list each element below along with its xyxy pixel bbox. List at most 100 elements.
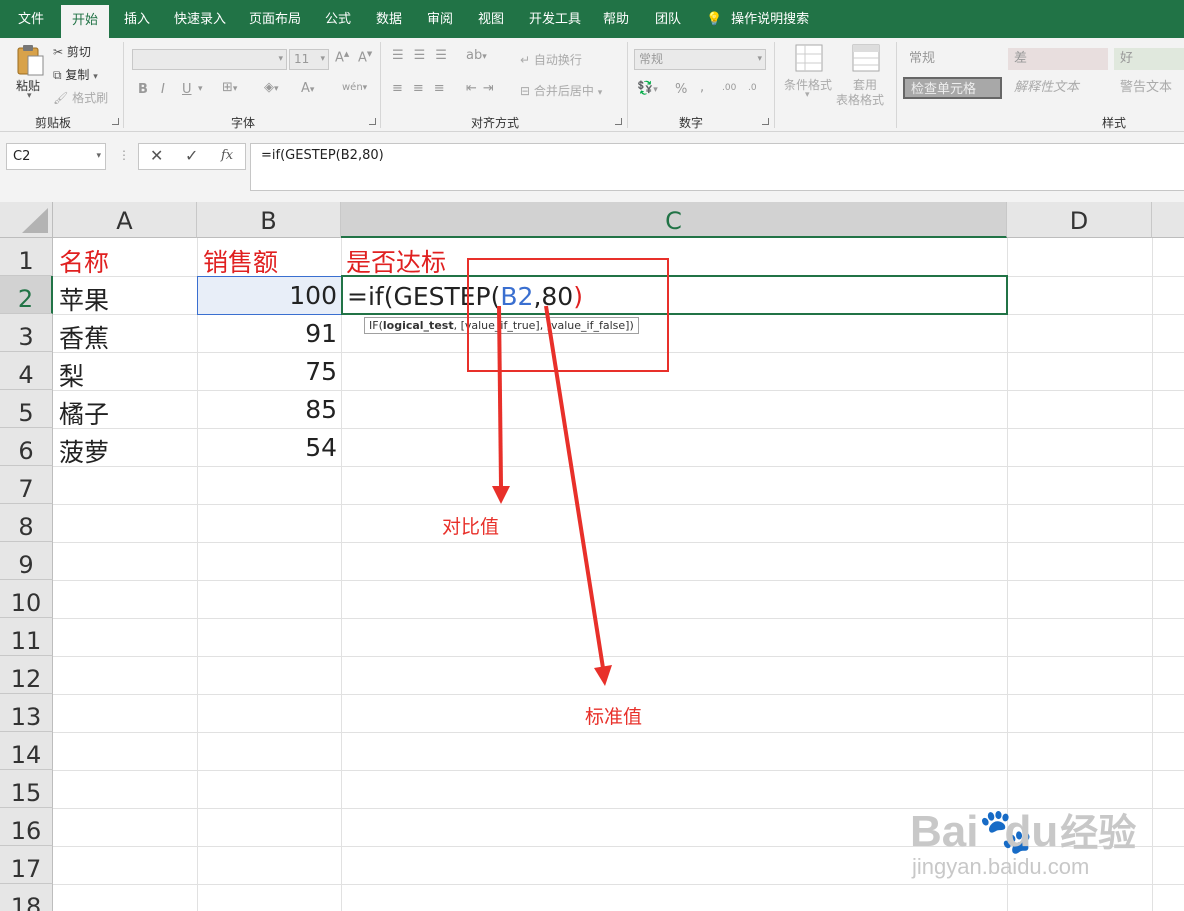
tab-home[interactable]: 开始 — [61, 5, 110, 38]
tab-developer[interactable]: 开发工具 — [529, 0, 581, 38]
tell-me-search[interactable]: 💡 操作说明搜索 — [706, 0, 809, 38]
arrow-compare-line — [497, 305, 503, 487]
arrow-compare-head — [492, 486, 510, 504]
merge-center-button[interactable]: ⊟ 合并后居中 ▾ — [520, 82, 602, 99]
ribbon: 粘贴 ▾ ✂ 剪切 ⧉ 复制 ▾ 🖌 格式刷 剪贴板 11 A▲ A▼ B I … — [0, 38, 1184, 132]
arrow-standard-line — [544, 305, 605, 669]
tab-insert[interactable]: 插入 — [124, 0, 150, 38]
paste-icon[interactable] — [14, 44, 46, 76]
watermark-brand2: du — [1004, 807, 1059, 856]
drag-handle-icon[interactable]: ⋮ — [118, 148, 130, 162]
tab-review[interactable]: 审阅 — [427, 0, 453, 38]
table-format-icon[interactable] — [852, 44, 880, 72]
styles-group-label: 样式 — [1102, 116, 1127, 130]
tab-team[interactable]: 团队 — [655, 0, 681, 38]
formula-actions: ✕ ✓ fx — [138, 143, 246, 170]
style-warning[interactable]: 警告文本 — [1114, 77, 1184, 99]
clipboard-launcher-icon[interactable] — [112, 118, 119, 125]
enter-icon[interactable]: ✓ — [185, 146, 198, 165]
style-bad[interactable]: 差 — [1008, 48, 1108, 70]
increase-decimal-button[interactable]: .00 — [722, 83, 736, 93]
format-painter-label: 格式刷 — [72, 91, 109, 105]
chevron-down-icon[interactable]: ▾ — [805, 90, 810, 100]
formula-input[interactable]: =if(GESTEP(B2,80) — [250, 143, 1184, 191]
wrap-icon: ↵ — [520, 53, 531, 67]
watermark-product: 经验 — [1060, 813, 1137, 855]
font-color-label: A — [301, 81, 310, 96]
cut-button[interactable]: ✂ 剪切 — [53, 43, 91, 60]
font-name-select[interactable] — [132, 49, 287, 70]
number-launcher-icon[interactable] — [762, 118, 769, 125]
italic-button[interactable]: I — [161, 82, 165, 97]
tab-quick-entry[interactable]: 快速录入 — [174, 0, 226, 38]
table-format-label-2[interactable]: 表格格式 — [836, 91, 884, 108]
separator — [123, 42, 124, 128]
borders-icon[interactable]: ⊞▾ — [222, 80, 237, 95]
font-launcher-icon[interactable] — [369, 118, 376, 125]
separator — [380, 42, 381, 128]
decrease-decimal-button[interactable]: .0 — [748, 83, 757, 93]
vertical-align-icons[interactable]: ☰☰☰ — [392, 48, 457, 63]
wrap-text-button[interactable]: ↵ 自动换行 — [520, 51, 582, 68]
clipboard-group-label: 剪贴板 — [35, 116, 72, 130]
name-box-value: C2 — [13, 149, 31, 164]
style-check-cell[interactable]: 检查单元格 — [903, 77, 1002, 99]
font-size-select[interactable]: 11 — [289, 49, 329, 70]
grow-font-icon[interactable]: A▲ — [335, 50, 349, 65]
separator — [627, 42, 628, 128]
tab-view[interactable]: 视图 — [478, 0, 504, 38]
tab-formulas[interactable]: 公式 — [325, 0, 351, 38]
worksheet-grid: A B C D 1 2 3 4 5 6 7 8 9 10 11 12 13 14… — [0, 202, 1184, 911]
orientation-icon[interactable]: ab▾ — [466, 48, 487, 63]
format-painter-button[interactable]: 🖌 格式刷 — [53, 89, 108, 106]
horizontal-align-icons[interactable]: ≡≡≡ — [392, 81, 455, 96]
lightbulb-icon: 💡 — [706, 12, 723, 27]
tell-me-label: 操作说明搜索 — [731, 12, 810, 27]
tab-page-layout[interactable]: 页面布局 — [249, 0, 301, 38]
style-normal[interactable]: 常规 — [903, 48, 1002, 70]
chevron-down-icon[interactable]: ▾ — [96, 144, 101, 169]
font-color-button[interactable]: A▾ — [301, 81, 314, 96]
tab-file[interactable]: 文件 — [18, 0, 44, 38]
separator — [896, 42, 897, 128]
indent-icons[interactable]: ⇤⇥ — [466, 81, 500, 96]
phonetic-label: wén — [342, 82, 363, 93]
comma-button[interactable]: , — [700, 80, 704, 95]
currency-icon[interactable]: 💱▾ — [637, 81, 658, 96]
style-explanatory[interactable]: 解释性文本 — [1008, 77, 1108, 99]
cancel-icon[interactable]: ✕ — [150, 146, 163, 165]
copy-button[interactable]: ⧉ 复制 ▾ — [53, 66, 98, 83]
tab-data[interactable]: 数据 — [376, 0, 402, 38]
shrink-font-icon[interactable]: A▼ — [358, 50, 372, 65]
phonetic-button[interactable]: wén▾ — [342, 82, 367, 93]
percent-button[interactable]: % — [675, 82, 687, 97]
separator — [774, 42, 775, 128]
annotation-label-standard: 标准值 — [585, 706, 643, 728]
fill-color-icon[interactable]: ◈▾ — [264, 80, 279, 95]
chevron-down-icon[interactable]: ▾ — [27, 91, 32, 101]
name-box[interactable]: C2 ▾ — [6, 143, 106, 170]
brush-icon: 🖌 — [53, 91, 69, 105]
arrow-standard-head — [594, 665, 612, 686]
watermark-logo: Bai🐾du经验 — [910, 802, 1136, 857]
merge-icon: ⊟ — [520, 84, 531, 98]
annotation-label-compare: 对比值 — [442, 516, 500, 538]
bold-button[interactable]: B — [138, 82, 148, 97]
merge-center-label: 合并后居中 — [533, 84, 594, 98]
copy-label: 复制 — [65, 68, 90, 82]
watermark-brand: Bai — [910, 807, 979, 856]
insert-function-icon[interactable]: fx — [221, 148, 233, 163]
paw-icon: 🐾 — [978, 807, 1034, 856]
tab-help[interactable]: 帮助 — [603, 0, 629, 38]
scissors-icon: ✂ — [53, 45, 64, 59]
menu-bar: 文件 开始 插入 快速录入 页面布局 公式 数据 审阅 视图 开发工具 帮助 团… — [0, 0, 1184, 38]
number-group-label: 数字 — [679, 116, 704, 130]
chevron-down-icon: ▾ — [93, 72, 98, 82]
number-format-select[interactable]: 常规 — [634, 49, 766, 70]
alignment-launcher-icon[interactable] — [615, 118, 622, 125]
conditional-format-icon[interactable] — [795, 44, 823, 72]
underline-button[interactable]: U — [182, 82, 192, 97]
font-group-label: 字体 — [231, 116, 256, 130]
chevron-down-icon[interactable]: ▾ — [198, 84, 203, 94]
style-good[interactable]: 好 — [1114, 48, 1184, 70]
